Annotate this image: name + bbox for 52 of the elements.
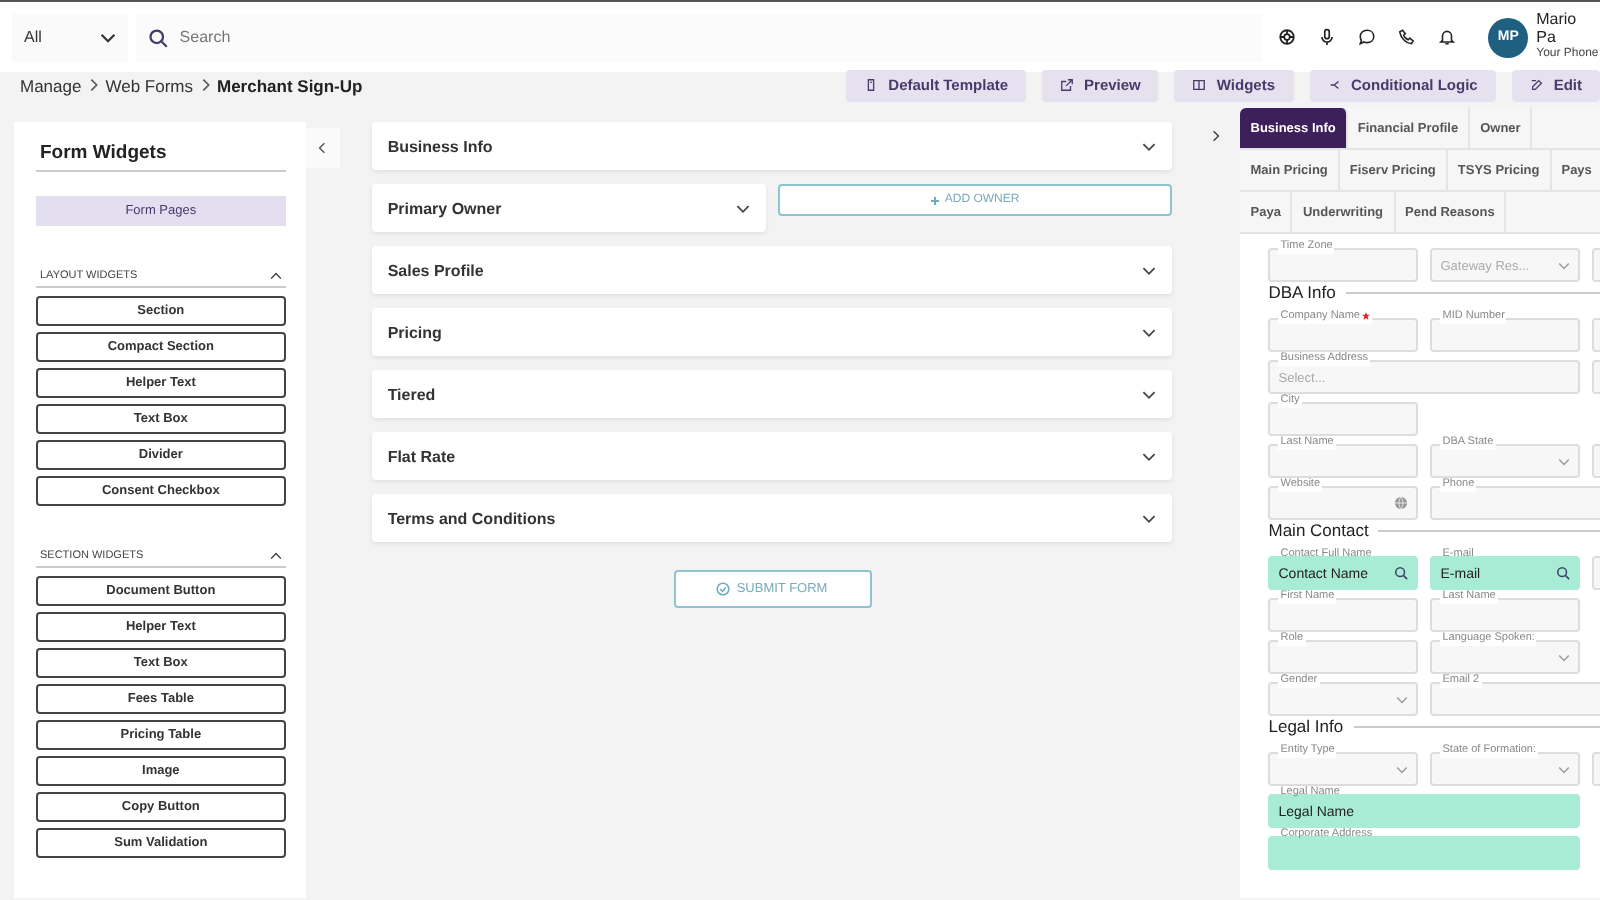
chevron-down-icon	[1558, 766, 1571, 774]
edit-icon	[1529, 78, 1544, 92]
chevron-right-icon	[201, 78, 209, 92]
accordion-section[interactable]: Tiered	[371, 370, 1173, 418]
widgets-icon	[1192, 78, 1207, 92]
section-title: Terms and Conditions	[387, 509, 556, 527]
panel-title: Form Widgets	[36, 134, 286, 172]
chevron-right-icon	[89, 78, 98, 92]
search-icon[interactable]	[1394, 566, 1409, 580]
accordion-section[interactable]: Flat Rate	[371, 432, 1173, 480]
section-heading: Legal Info	[1268, 716, 1344, 736]
chevron-down-icon	[1558, 262, 1571, 270]
chevron-icon[interactable]	[269, 272, 282, 280]
globe-icon	[1394, 496, 1409, 510]
phone-icon[interactable]	[1398, 28, 1417, 46]
lifebuoy-icon[interactable]	[1278, 28, 1297, 46]
user-name: Mario Pa	[1536, 12, 1579, 47]
section-title: Primary Owner	[387, 199, 502, 217]
section-title: Flat Rate	[387, 447, 456, 465]
accordion-section[interactable]: Primary Owner	[371, 184, 766, 232]
chevron-down-icon	[1558, 458, 1571, 466]
accordion-section[interactable]: Pricing	[371, 308, 1173, 356]
section-title: Business Info	[387, 137, 493, 155]
microphone-icon[interactable]	[1318, 28, 1337, 46]
breadcrumb-link[interactable]: Web Forms	[105, 75, 193, 95]
chevron-right-icon	[1212, 130, 1221, 142]
scope-select[interactable]: All	[12, 13, 128, 61]
section-title: Pricing	[387, 323, 442, 341]
section-heading: Main Contact	[1268, 520, 1369, 540]
section-title: Tiered	[387, 385, 436, 403]
search-field[interactable]: Search	[135, 13, 1263, 61]
breadcrumb-current: Merchant Sign-Up	[217, 75, 363, 95]
accordion-section[interactable]: Business Info	[371, 122, 1173, 170]
accordion-section[interactable]: Terms and Conditions	[371, 494, 1173, 542]
section-title: Sales Profile	[387, 261, 484, 279]
chevron-icon[interactable]	[269, 552, 282, 560]
chevron-down-icon	[1396, 696, 1409, 704]
chevron-down-icon	[1558, 654, 1571, 662]
chevron-down-icon	[99, 31, 116, 43]
section-heading: DBA Info	[1268, 282, 1336, 302]
chat-icon[interactable]	[1358, 28, 1377, 46]
bell-icon[interactable]	[1438, 28, 1457, 46]
template-icon	[864, 78, 879, 92]
preview-icon	[1060, 78, 1075, 92]
breadcrumb-link[interactable]: Manage	[20, 75, 82, 95]
accordion-section[interactable]: Sales Profile	[371, 246, 1173, 294]
plus-icon	[930, 195, 941, 205]
search-icon[interactable]	[1556, 566, 1571, 580]
check-circle-icon	[716, 582, 731, 596]
chevron-left-icon	[318, 142, 327, 154]
chevron-down-icon	[1396, 766, 1409, 774]
logic-icon	[1327, 78, 1341, 92]
